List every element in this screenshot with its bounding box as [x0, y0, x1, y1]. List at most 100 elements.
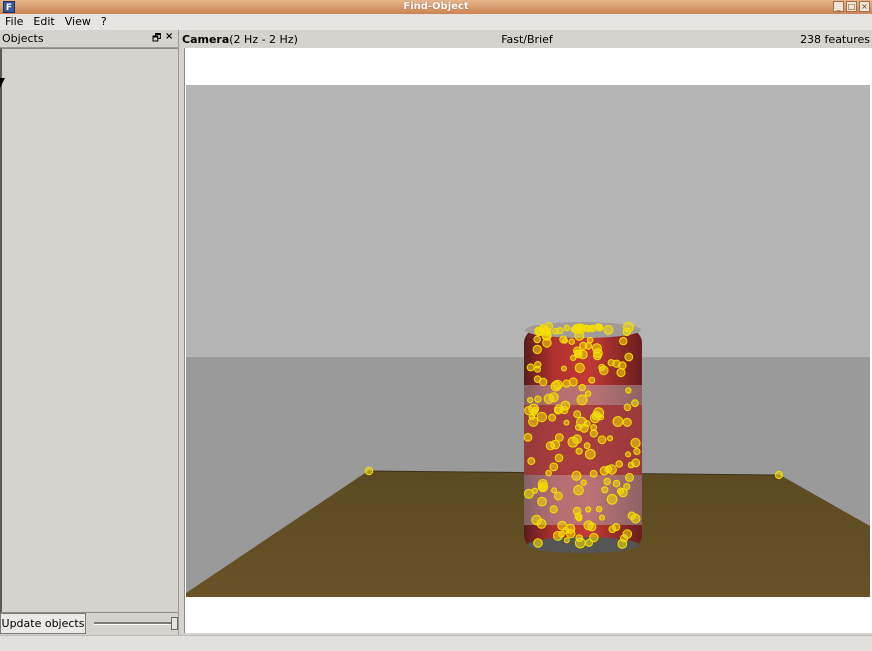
feature-marker — [588, 376, 596, 384]
feature-marker — [562, 379, 571, 388]
menu-file[interactable]: File — [5, 14, 23, 30]
feature-marker — [574, 537, 586, 549]
menu-edit[interactable]: Edit — [33, 14, 54, 30]
feature-marker — [557, 520, 568, 531]
maximize-button[interactable]: □ — [846, 1, 857, 12]
feature-marker — [364, 466, 374, 476]
feature-marker — [543, 393, 555, 404]
feature-marker — [587, 522, 597, 532]
feature-marker — [568, 338, 576, 346]
feature-marker — [563, 324, 571, 332]
feature-marker — [534, 361, 542, 369]
feature-marker — [586, 336, 594, 344]
feature-marker — [630, 437, 641, 449]
feature-marker — [532, 344, 542, 355]
feature-marker — [599, 514, 605, 521]
feature-marker — [563, 537, 570, 544]
feature-marker — [571, 470, 582, 481]
feature-marker — [617, 539, 628, 549]
feature-marker — [560, 365, 567, 372]
camera-viewport[interactable] — [184, 48, 872, 633]
feature-marker — [591, 343, 602, 354]
slider-handle[interactable] — [171, 617, 178, 630]
feature-marker — [541, 330, 552, 341]
objects-dock-title: Objects — [2, 32, 44, 45]
feature-marker — [549, 505, 558, 514]
feature-marker — [553, 491, 563, 501]
feature-marker — [625, 387, 632, 394]
title-bar[interactable]: F Find-Object _ □ × — [0, 0, 872, 14]
feature-marker — [575, 323, 583, 332]
objects-list[interactable] — [0, 48, 179, 613]
feature-marker — [624, 352, 634, 362]
feature-marker — [575, 447, 583, 455]
feature-marker — [537, 479, 548, 489]
feature-marker — [625, 472, 634, 482]
feature-marker — [536, 518, 547, 529]
feature-marker — [528, 413, 536, 420]
feature-marker — [599, 365, 609, 376]
feature-marker — [531, 487, 538, 494]
feature-marker — [631, 399, 639, 408]
feature-marker — [551, 487, 558, 494]
update-objects-button[interactable]: Update objects — [0, 613, 86, 634]
feature-marker — [631, 458, 641, 468]
feature-marker — [550, 380, 562, 392]
minimize-button[interactable]: _ — [833, 1, 844, 12]
feature-marker — [550, 439, 561, 450]
close-icon[interactable]: × — [165, 31, 173, 42]
back-wall — [186, 85, 870, 357]
camera-image — [186, 85, 870, 597]
feature-marker — [533, 538, 543, 548]
feature-marker — [595, 323, 604, 332]
feature-marker — [527, 457, 536, 466]
mouse-cursor-icon — [0, 78, 5, 88]
feature-marker — [612, 479, 621, 488]
feature-marker — [606, 435, 614, 442]
feature-marker — [574, 512, 583, 521]
feature-marker — [585, 506, 592, 513]
feature-marker — [558, 531, 565, 538]
feature-marker — [523, 432, 533, 442]
feature-marker — [574, 362, 585, 373]
close-button[interactable]: × — [859, 1, 870, 12]
objects-slider[interactable] — [94, 616, 178, 630]
feature-marker — [615, 460, 624, 468]
feature-marker — [612, 359, 621, 368]
window-title: Find-Object — [403, 1, 469, 12]
menu-help[interactable]: ? — [101, 14, 107, 30]
feature-marker — [589, 429, 598, 438]
feature-marker — [584, 448, 596, 460]
feature-marker — [597, 435, 607, 445]
feature-marker — [533, 335, 542, 344]
menu-bar: File Edit View ? — [0, 14, 872, 30]
feature-marker — [560, 400, 571, 411]
feature-marker — [619, 336, 628, 346]
feature-marker — [565, 523, 576, 534]
feature-marker — [612, 416, 624, 427]
objects-dock-header: Objects 🗗 × — [0, 30, 178, 48]
float-icon[interactable]: 🗗 — [152, 31, 161, 48]
camera-view-header: Camera(2 Hz - 2 Hz) Fast/Brief 238 featu… — [182, 30, 872, 48]
feature-marker — [583, 442, 591, 450]
feature-marker — [588, 324, 597, 333]
feature-marker — [618, 488, 628, 498]
feature-marker — [528, 403, 540, 415]
objects-dock: Objects 🗗 × — [0, 30, 179, 635]
dock-splitter[interactable] — [178, 30, 182, 635]
feature-marker — [608, 525, 617, 534]
feature-marker — [623, 321, 634, 333]
feature-marker — [589, 532, 599, 543]
feature-marker — [563, 419, 570, 426]
menu-view[interactable]: View — [65, 14, 91, 30]
feature-marker — [604, 465, 613, 474]
feature-marker — [534, 395, 542, 403]
feature-marker — [584, 390, 592, 397]
feature-marker — [633, 447, 641, 456]
feature-marker — [526, 363, 535, 372]
feature-marker — [533, 375, 542, 384]
feature-marker — [606, 493, 618, 505]
feature-marker — [527, 397, 534, 404]
detector-label: Fast/Brief — [501, 33, 553, 46]
feature-marker — [630, 513, 641, 524]
